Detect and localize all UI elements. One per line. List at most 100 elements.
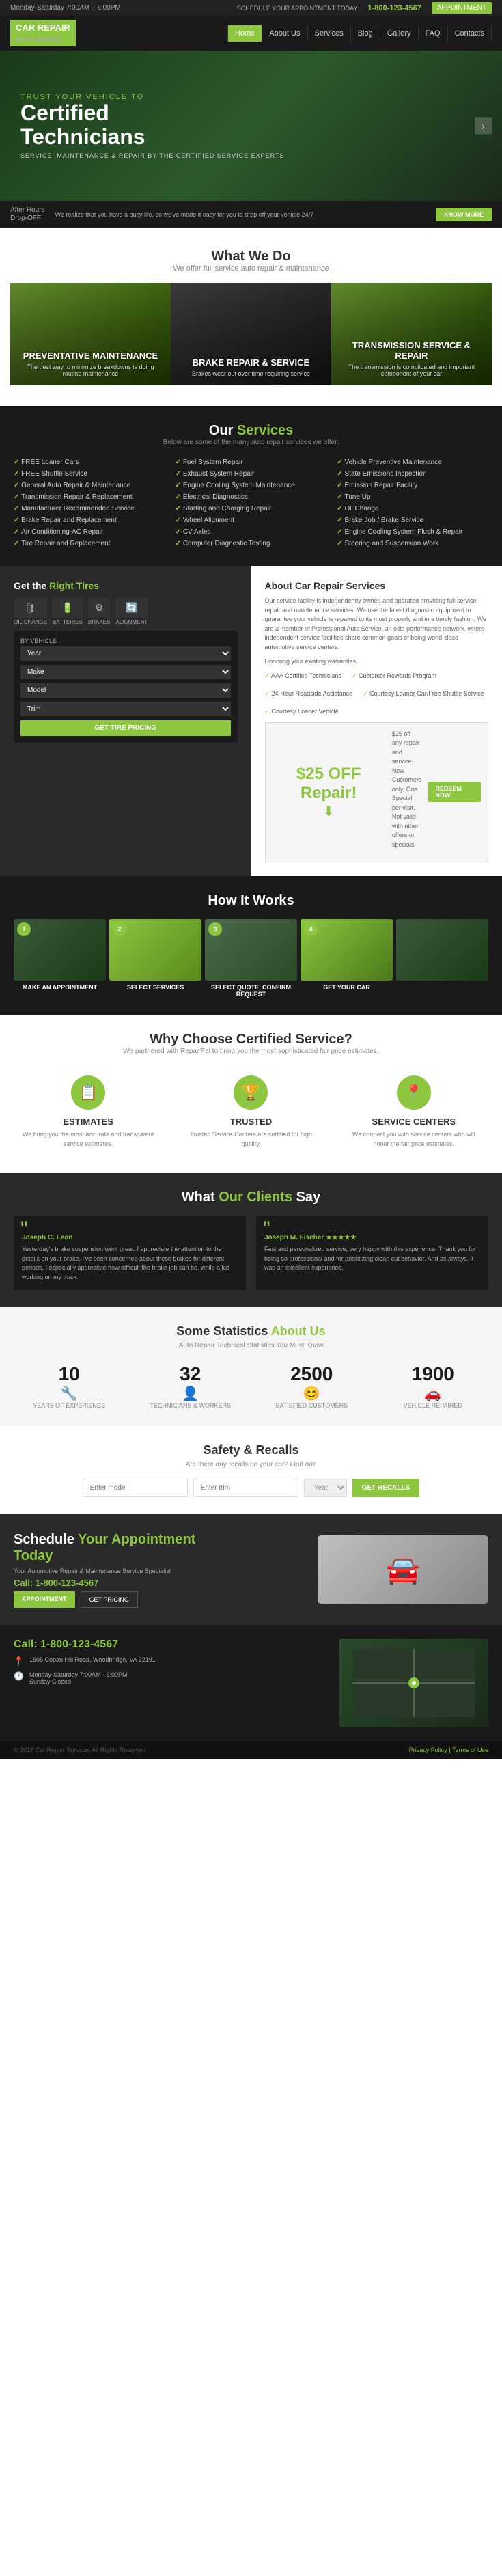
service-centers-icon: 📍	[397, 1075, 431, 1110]
stat-label-2: SATISFIED CUSTOMERS	[256, 1402, 367, 1409]
tire-icon-batteries[interactable]: 🔋 BATTERIES	[53, 598, 83, 625]
get-recalls-button[interactable]: GET RECALLS	[352, 1479, 420, 1497]
our-services-sub: Below are some of the many auto repair s…	[14, 439, 488, 446]
why-card-desc-2: We connect you with service centers who …	[346, 1130, 482, 1149]
stat-num-3: 1900	[378, 1363, 489, 1385]
logo-text: CAR REPAIR	[16, 23, 70, 33]
after-hours-title: After Hours Drop-OFF	[10, 206, 45, 223]
appointment-button[interactable]: APPOINTMENT	[14, 1591, 75, 1608]
about-text2: Honoring your existing warranties.	[265, 657, 489, 667]
tire-icon-oil[interactable]: 🛢 OIL CHANGE	[14, 598, 47, 625]
svc-item: Engine Cooling System Maintenance	[176, 480, 327, 491]
about-text1: Our service facility is independently ow…	[265, 597, 489, 652]
our-services-section: Our Services Below are some of the many …	[0, 406, 502, 566]
know-more-button[interactable]: KNOW MORE	[436, 208, 492, 221]
nav-services[interactable]: Services	[308, 25, 351, 42]
why-choose-section: Why Choose Certified Service? We partner…	[0, 1015, 502, 1173]
step-label-2: SELECT SERVICES	[109, 984, 201, 991]
svc-item: Vehicle Preventive Maintenance	[337, 456, 488, 468]
nav-gallery[interactable]: Gallery	[380, 25, 419, 42]
why-cards: 📋 ESTIMATES We bring you the most accura…	[14, 1069, 488, 1155]
nav-home[interactable]: Home	[227, 25, 262, 42]
stat-label-3: VEHICLE REPAIRED	[378, 1402, 489, 1409]
get-pricing-button[interactable]: GET PRICING	[81, 1591, 138, 1608]
services-col-2: Fuel System Repair Exhaust System Repair…	[176, 456, 327, 549]
get-tire-pricing-button[interactable]: GET TIRE PRICING	[20, 720, 231, 736]
safety-recalls-section: Safety & Recalls Are there any recalls o…	[0, 1426, 502, 1514]
testimonial-author-0: Joseph C. Leon	[22, 1234, 238, 1242]
nav-contacts[interactable]: Contacts	[448, 25, 492, 42]
nav-blog[interactable]: Blog	[351, 25, 380, 42]
header: CAR REPAIR AUTO SERVICE Home About Us Se…	[0, 16, 502, 51]
service-overlay-0: PREVENTATIVE MAINTENANCE The best way to…	[10, 283, 171, 385]
stat-0: 10 🔧 YEARS OF EXPERIENCE	[14, 1363, 125, 1409]
footer-links[interactable]: Privacy Policy | Terms of Use	[409, 1746, 488, 1753]
why-card-0: 📋 ESTIMATES We bring you the most accura…	[14, 1069, 163, 1155]
step-label-3: SELECT QUOTE, CONFIRM REQUEST	[205, 984, 297, 998]
service-desc-1: Brakes wear out over time requiring serv…	[179, 370, 323, 377]
tire-icon-alignment[interactable]: 🔄 ALIGNMENT	[115, 598, 148, 625]
stats-row: 10 🔧 YEARS OF EXPERIENCE 32 👤 TECHNICIAN…	[14, 1363, 488, 1409]
clients-title-accent: Our Clients	[219, 1190, 292, 1205]
quote-mark-1: "	[263, 1219, 270, 1239]
tire-icon-brakes[interactable]: ⚙ BRAKES	[88, 598, 110, 625]
footer-contact: Call: 1-800-123-4567 📍 1605 Copan Hill R…	[14, 1639, 163, 1727]
svc-item: Steering and Suspension Work	[337, 538, 488, 549]
what-subtitle: We offer full service auto repair & main…	[10, 264, 492, 273]
service-desc-2: The transmission is complicated and impo…	[339, 364, 484, 377]
testimonial-text-1: Fast and personalized service, very happ…	[264, 1245, 480, 1273]
appointment-btn[interactable]: APPOINTMENT	[432, 2, 492, 14]
footer-col-2	[176, 1639, 325, 1727]
hero-subtitle: SERVICE, MAINTENANCE & REPAIR BY THE CER…	[20, 152, 284, 159]
svc-item: Air Conditioning-AC Repair	[14, 526, 165, 538]
service-card-1: BRAKE REPAIR & SERVICE Brakes wear out o…	[171, 283, 331, 385]
feature-2: 24-Hour Roadside Assistance	[265, 690, 353, 698]
redeem-button[interactable]: REDEEM NOW	[428, 782, 481, 802]
quote-mark-0: "	[20, 1219, 28, 1239]
why-card-title-1: TRUSTED	[183, 1116, 318, 1127]
stat-label-0: YEARS OF EXPERIENCE	[14, 1402, 125, 1409]
svc-item: Brake Job / Brake Service	[337, 515, 488, 526]
stats-accent: About Us	[271, 1324, 326, 1338]
services-columns: FREE Loaner Cars FREE Shuttle Service Ge…	[14, 456, 488, 549]
model-select[interactable]: Model	[20, 683, 231, 698]
stat-num-0: 10	[14, 1363, 125, 1385]
schedule-car: 🚘	[318, 1535, 488, 1604]
clients-section: What Our Clients Say " Joseph C. Leon Ye…	[0, 1173, 502, 1307]
tire-form: BY VEHICLE Year Make Model Trim GET TIRE…	[14, 631, 238, 743]
hero-next-arrow[interactable]: ›	[475, 118, 492, 135]
why-card-1: 🏆 TRUSTED Trusted Service Centers are ce…	[176, 1069, 325, 1155]
why-subtitle: We partnered with RepairPal to bring you…	[14, 1047, 488, 1055]
service-title-0: PREVENTATIVE MAINTENANCE	[18, 351, 163, 361]
stat-icon-1: 👤	[135, 1385, 247, 1402]
year-select[interactable]: Year	[20, 646, 231, 661]
nav-faq[interactable]: FAQ	[419, 25, 448, 42]
model-input[interactable]	[83, 1479, 188, 1497]
about-features: AAA Certified Technicians Customer Rewar…	[265, 672, 489, 715]
safety-subtitle: Are there any recalls on your car? Find …	[14, 1461, 488, 1468]
step-4: 4 GET YOUR CAR	[301, 919, 393, 998]
trim-select[interactable]: Trim	[20, 702, 231, 716]
map-visual	[339, 1639, 488, 1727]
step-label-4: GET YOUR CAR	[301, 984, 393, 991]
testimonials: " Joseph C. Leon Yesterday's brake suspe…	[14, 1216, 488, 1290]
service-card-0: PREVENTATIVE MAINTENANCE The best way to…	[10, 283, 171, 385]
year-select[interactable]: Year	[304, 1479, 347, 1497]
testimonial-author-1: Joseph M. Fischer ★★★★★	[264, 1234, 480, 1242]
why-title: Why Choose Certified Service?	[14, 1032, 488, 1047]
svc-item: FREE Shuttle Service	[14, 468, 165, 480]
nav-about[interactable]: About Us	[262, 25, 307, 42]
trim-input[interactable]	[193, 1479, 298, 1497]
promo-box: $25 OFF Repair! ⬇ $25 off any repair and…	[265, 722, 489, 863]
stat-icon-2: 😊	[256, 1385, 367, 1402]
top-phone: 1-800-123-4567	[367, 4, 421, 12]
feature-0: AAA Certified Technicians	[265, 672, 341, 680]
make-select[interactable]: Make	[20, 665, 231, 679]
footer: Call: 1-800-123-4567 📍 1605 Copan Hill R…	[0, 1625, 502, 1741]
svc-item: CV Axles	[176, 526, 327, 538]
schedule-content: Schedule Your Appointment Today Your Aut…	[14, 1531, 304, 1608]
svc-item: Brake Repair and Replacement	[14, 515, 165, 526]
feature-3: Courtesy Loaner Car/Free Shuttle Service	[363, 690, 484, 698]
footer-bottom: © 2017 Car Repair Services All Rights Re…	[0, 1741, 502, 1759]
feature-1: Customer Rewards Program	[352, 672, 436, 680]
